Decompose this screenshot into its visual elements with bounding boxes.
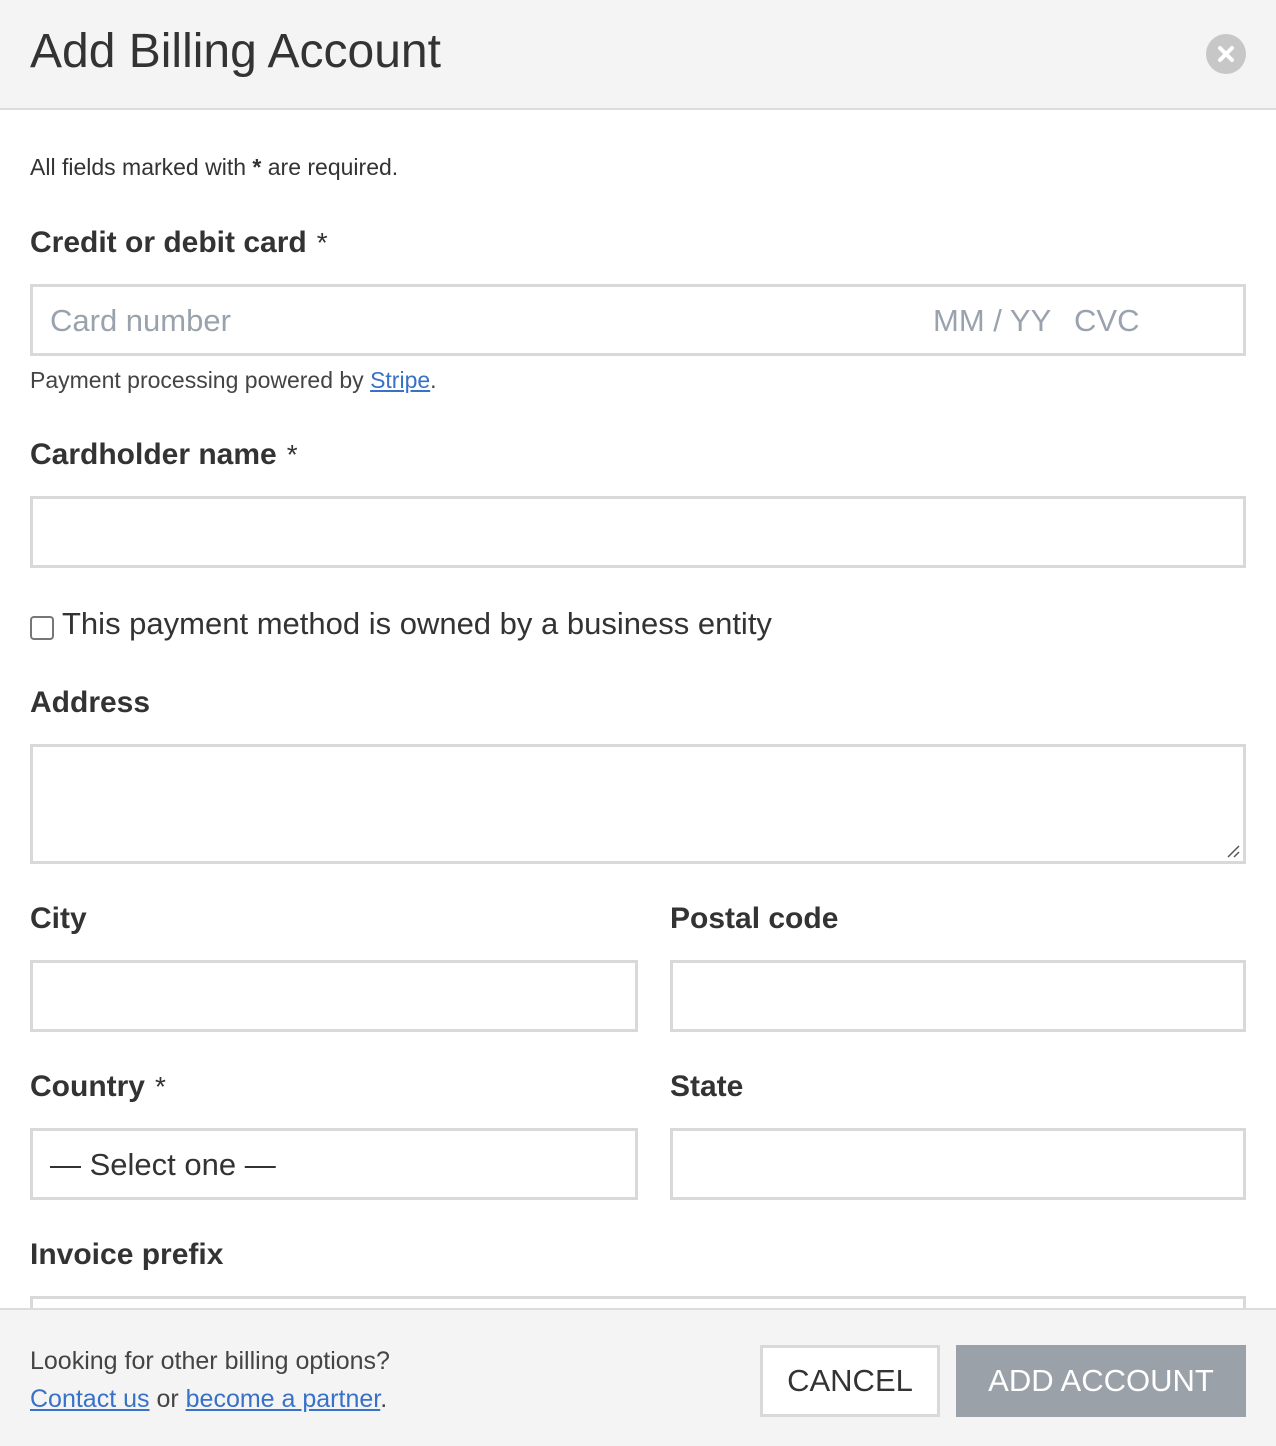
close-icon (1218, 46, 1234, 62)
dialog-title: Add Billing Account (30, 25, 441, 78)
invoice-prefix-input[interactable] (30, 1296, 1246, 1308)
country-select-value[interactable]: — Select one — (50, 1147, 276, 1183)
dialog-footer: Looking for other billing options? Conta… (0, 1308, 1276, 1446)
country-select[interactable]: — Select one — (30, 1128, 638, 1200)
dialog-header: Add Billing Account (0, 0, 1276, 110)
business-entity-label[interactable]: This payment method is owned by a busine… (62, 606, 772, 642)
required-marker: * (155, 1071, 166, 1102)
postal-code-input[interactable] (670, 960, 1246, 1032)
card-input[interactable]: Card number MM / YY CVC (30, 284, 1246, 356)
address-label: Address (30, 686, 151, 719)
contact-us-link[interactable]: Contact us (30, 1385, 150, 1413)
become-partner-link[interactable]: become a partner (186, 1385, 381, 1413)
dialog-body: All fields marked with * are required. C… (0, 110, 1276, 1308)
card-expiry-placeholder[interactable]: MM / YY (933, 303, 1051, 339)
address-textarea[interactable] (30, 744, 1246, 864)
state-input[interactable] (670, 1128, 1246, 1200)
card-label: Credit or debit card * (30, 226, 328, 259)
city-input[interactable] (30, 960, 638, 1032)
card-number-placeholder[interactable]: Card number (50, 303, 231, 339)
billing-options-links: Contact us or become a partner. (30, 1385, 388, 1413)
close-button[interactable] (1206, 34, 1246, 74)
stripe-note: Payment processing powered by Stripe. (30, 367, 437, 393)
cancel-button[interactable]: CANCEL (760, 1345, 940, 1417)
country-label: Country * (30, 1070, 166, 1103)
city-label: City (30, 902, 87, 935)
add-account-button[interactable]: ADD ACCOUNT (956, 1345, 1246, 1417)
cardholder-label: Cardholder name * (30, 438, 298, 471)
required-note: All fields marked with * are required. (30, 154, 399, 180)
required-marker: * (316, 227, 328, 258)
required-marker: * (286, 439, 298, 470)
cardholder-input[interactable] (30, 496, 1246, 568)
stripe-link[interactable]: Stripe (370, 367, 430, 393)
state-label: State (670, 1070, 744, 1103)
postal-code-label: Postal code (670, 902, 839, 935)
business-entity-checkbox[interactable] (30, 616, 54, 640)
billing-options-question: Looking for other billing options? (30, 1347, 390, 1375)
card-cvc-placeholder[interactable]: CVC (1074, 303, 1139, 339)
resize-handle-icon[interactable] (1225, 843, 1241, 859)
invoice-prefix-label: Invoice prefix (30, 1238, 224, 1271)
